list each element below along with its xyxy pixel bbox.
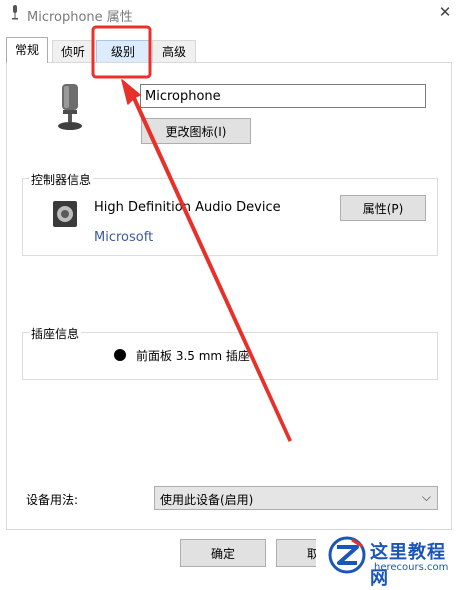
jack-description: 前面板 3.5 mm 插座	[136, 349, 250, 363]
microphone-app-icon	[12, 5, 18, 20]
speaker-device-icon	[53, 201, 77, 227]
controller-info-label: 控制器信息	[29, 171, 94, 188]
jack-color-indicator	[114, 349, 126, 361]
watermark-logo-icon	[328, 536, 366, 574]
tab-advanced[interactable]: 高级	[152, 40, 196, 62]
watermark: 这里教程网 herecours.com	[316, 530, 460, 589]
device-usage-label: 设备用法:	[26, 493, 79, 507]
jack-info-label: 插座信息	[29, 325, 82, 342]
watermark-url: herecours.com	[374, 562, 449, 573]
title-bar: Microphone 属性 ✕	[0, 0, 460, 28]
tab-levels[interactable]: 级别	[96, 40, 150, 62]
device-usage-dropdown[interactable]: 使用此设备(启用) ⌵	[154, 486, 438, 510]
tab-listen[interactable]: 侦听	[52, 40, 94, 62]
controller-vendor: Microsoft	[94, 230, 154, 245]
change-icon-button[interactable]: 更改图标(I)	[141, 118, 251, 144]
device-usage-selected: 使用此设备(启用)	[160, 493, 254, 507]
device-name-field[interactable]	[140, 84, 426, 108]
ok-button[interactable]: 确定	[180, 539, 266, 567]
controller-device-name: High Definition Audio Device	[94, 200, 281, 215]
properties-button[interactable]: 属性(P)	[340, 195, 426, 221]
window-title: Microphone 属性	[27, 10, 133, 25]
tab-general[interactable]: 常规	[6, 37, 48, 63]
close-icon[interactable]: ✕	[436, 3, 454, 21]
microphone-device-icon	[58, 84, 82, 130]
chevron-down-icon: ⌵	[421, 490, 431, 504]
